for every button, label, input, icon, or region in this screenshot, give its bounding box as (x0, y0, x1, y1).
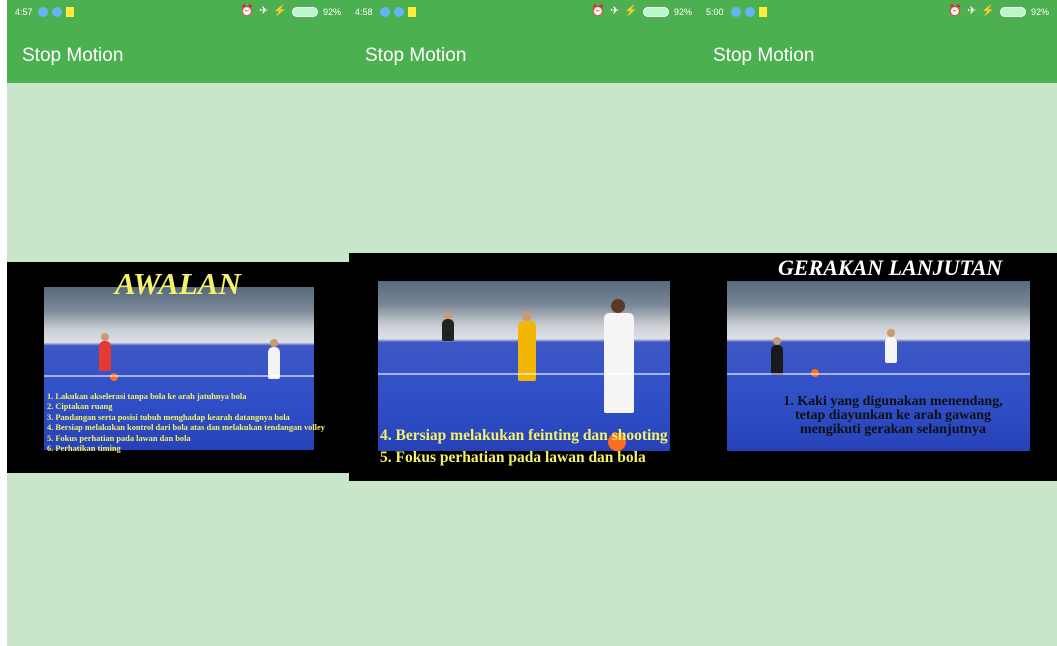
app-title: Stop Motion (22, 45, 124, 66)
airplane-mode-icon: ✈ (967, 5, 977, 17)
content-area: GERAKAN LANJUTAN 1. Kaki yang digunakan … (700, 83, 1057, 646)
charging-icon: ⚡ (981, 5, 995, 17)
caption-line: 4. Bersiap melakukan feinting dan shooti… (380, 427, 668, 444)
status-left-icons (38, 7, 74, 17)
battery-icon (999, 6, 1026, 17)
location-icon (731, 7, 741, 17)
caption-line: 5. Fokus perhatian pada lawan dan bola (380, 449, 646, 466)
alarm-icon: ⏰ (948, 5, 963, 17)
notification-icon (408, 7, 416, 17)
caption-line: 1. Kaki yang digunakan menendang, (783, 394, 1003, 409)
goalkeeper-figure (442, 319, 454, 341)
charging-icon: ⚡ (273, 5, 287, 17)
app-title: Stop Motion (713, 45, 815, 66)
app-title: Stop Motion (365, 45, 467, 66)
vpn-icon (52, 7, 62, 17)
slide-caption: 1. Lakukan akselerasi tanpa bola ke arah… (47, 392, 325, 454)
player-figure (885, 337, 897, 363)
battery-percent: 92% (322, 6, 341, 17)
caption-line: 4. Bersiap melakukan kontrol dari bola a… (47, 423, 325, 433)
player-head (444, 311, 452, 319)
screen-2: 4:58 ⏰ ✈ ⚡ 92% Stop Motion 4. Bersiap me… (349, 0, 700, 646)
battery-percent: 92% (1030, 6, 1049, 17)
caption-line: 1. Lakukan akselerasi tanpa bola ke arah… (47, 392, 247, 401)
status-right-icons: ⏰ ✈ ⚡ 92% (240, 6, 341, 17)
stop-motion-frame[interactable]: AWALAN 1. Lakukan akselerasi tanpa bola … (7, 262, 349, 473)
app-bar: Stop Motion (7, 25, 349, 83)
status-time: 4:58 (355, 7, 373, 17)
ball-icon (110, 373, 118, 381)
status-right-icons: ⏰ ✈ ⚡ 92% (948, 6, 1049, 17)
notification-icon (66, 7, 74, 17)
alarm-icon: ⏰ (240, 5, 255, 17)
caption-line: tetap diayunkan ke arah gawang (794, 408, 992, 423)
notification-icon (759, 7, 767, 17)
futsal-photo: 1. Kaki yang digunakan menendang, tetap … (727, 281, 1030, 451)
player-figure (604, 313, 634, 413)
status-left-icons (380, 7, 416, 17)
battery-percent: 92% (673, 6, 692, 17)
status-bar: 5:00 ⏰ ✈ ⚡ 92% (700, 0, 1057, 25)
airplane-mode-icon: ✈ (610, 5, 620, 17)
status-right-icons: ⏰ ✈ ⚡ 92% (591, 6, 692, 17)
status-bar: 4:58 ⏰ ✈ ⚡ 92% (349, 0, 700, 25)
stop-motion-frame[interactable]: GERAKAN LANJUTAN 1. Kaki yang digunakan … (700, 253, 1057, 481)
status-left-icons (731, 7, 767, 17)
player-head (611, 299, 625, 313)
alarm-icon: ⏰ (591, 5, 606, 17)
screen-1: 4:57 ⏰ ✈ ⚡ 92% Stop Motion AWALAN 1. Lak… (7, 0, 349, 646)
slide-heading: GERAKAN LANJUTAN (778, 255, 1003, 280)
slide-caption: 4. Bersiap melakukan feinting dan shooti… (380, 425, 668, 469)
player-head (101, 333, 109, 341)
status-time: 4:57 (15, 7, 33, 17)
caption-line: mengikuti gerakan selanjutnya (800, 422, 986, 437)
slide-heading: AWALAN (115, 266, 241, 301)
charging-icon: ⚡ (624, 5, 638, 17)
player-head (522, 311, 532, 321)
vpn-icon (745, 7, 755, 17)
caption-line: 3. Pandangan serta posisi tubuh menghada… (47, 412, 290, 422)
location-icon (38, 7, 48, 17)
app-bar: Stop Motion (700, 25, 1057, 83)
player-head (270, 339, 278, 347)
caption-line: 6. Perhatikan timing (47, 444, 121, 454)
app-bar: Stop Motion (349, 25, 700, 83)
battery-icon (642, 6, 669, 17)
player-figure (518, 321, 536, 381)
player-figure (99, 341, 111, 371)
player-head (887, 329, 895, 337)
status-bar: 4:57 ⏰ ✈ ⚡ 92% (7, 0, 349, 25)
content-area: AWALAN 1. Lakukan akselerasi tanpa bola … (7, 83, 349, 646)
location-icon (380, 7, 390, 17)
goalkeeper-figure (771, 345, 783, 375)
screen-3: 5:00 ⏰ ✈ ⚡ 92% Stop Motion GERAKAN LANJU… (700, 0, 1057, 646)
stop-motion-frame[interactable]: 4. Bersiap melakukan feinting dan shooti… (349, 253, 700, 481)
status-time: 5:00 (706, 7, 724, 17)
vpn-icon (394, 7, 404, 17)
airplane-mode-icon: ✈ (259, 5, 269, 17)
ball-icon (811, 369, 819, 377)
player-figure (268, 347, 280, 379)
slide-caption: 1. Kaki yang digunakan menendang, tetap … (762, 395, 1024, 437)
content-area: 4. Bersiap melakukan feinting dan shooti… (349, 83, 700, 646)
player-head (773, 337, 781, 345)
caption-line: 2. Ciptakan ruang (47, 402, 113, 412)
battery-icon (291, 6, 318, 17)
caption-line: 5. Fokus perhatian pada lawan dan bola (47, 433, 191, 443)
